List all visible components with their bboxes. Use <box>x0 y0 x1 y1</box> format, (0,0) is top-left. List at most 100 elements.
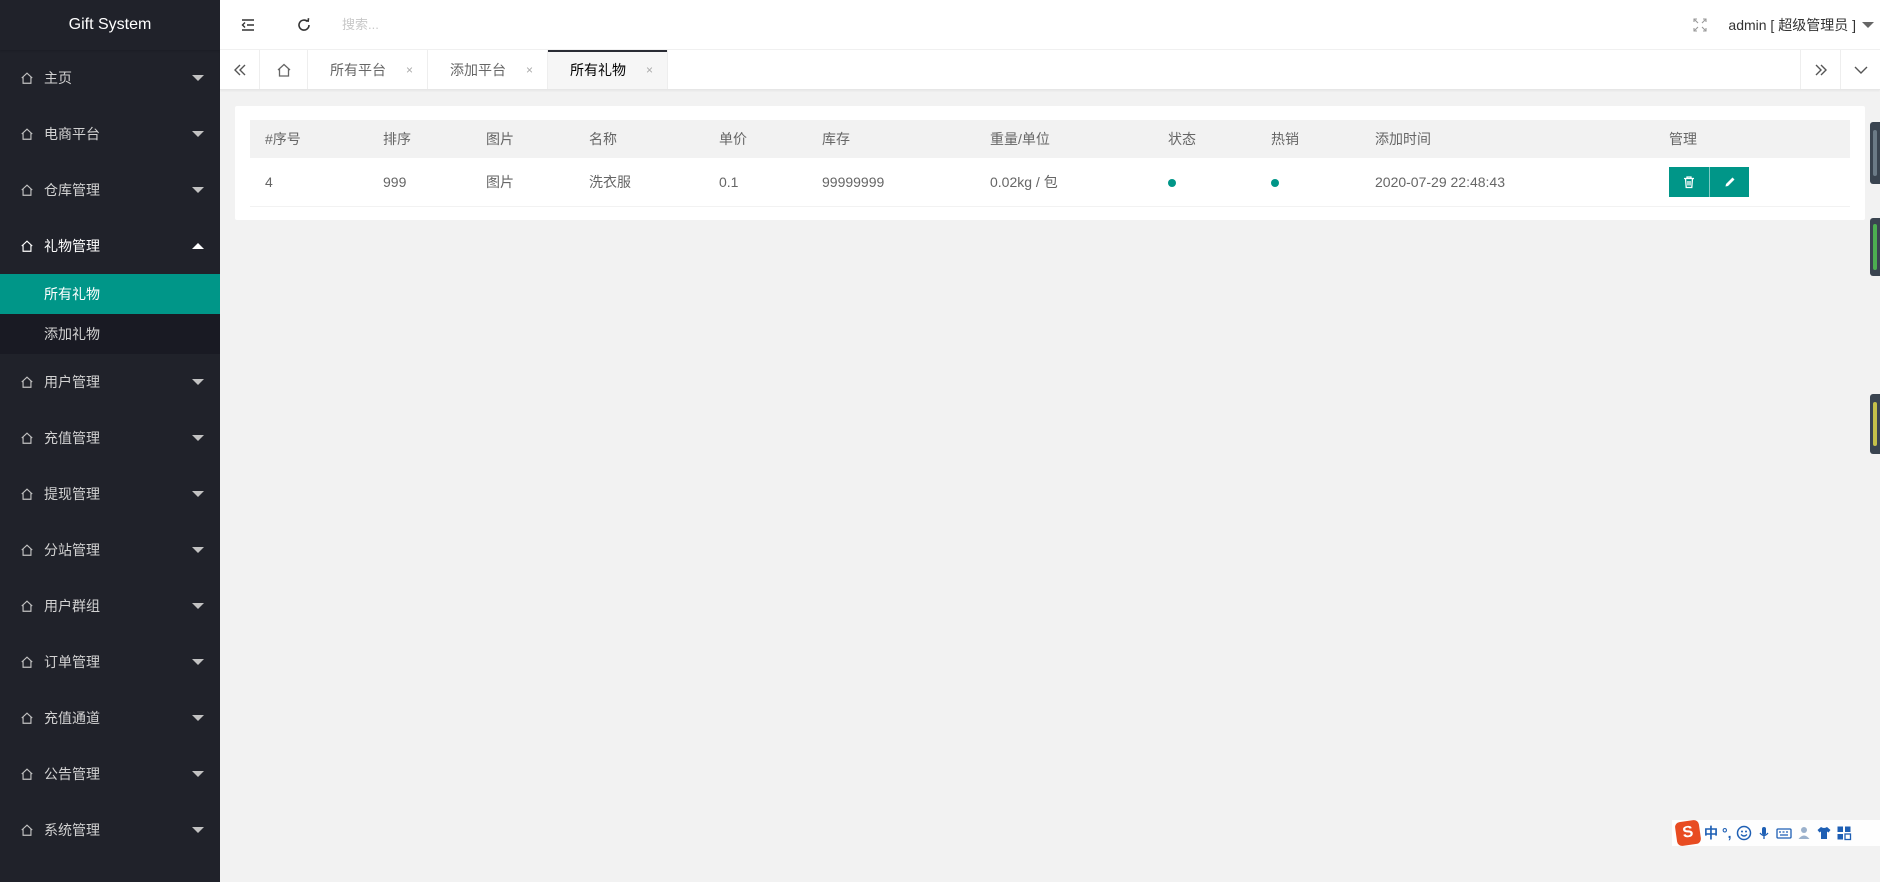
sidebar-item-orders[interactable]: 订单管理 <box>0 634 220 690</box>
keyboard-icon[interactable] <box>1775 825 1792 841</box>
sidebar-item-user-groups[interactable]: 用户群组 <box>0 578 220 634</box>
column-header: 状态 <box>1153 120 1256 158</box>
sidebar-item-users[interactable]: 用户管理 <box>0 354 220 410</box>
close-icon[interactable]: × <box>526 63 533 77</box>
home-icon <box>21 488 33 500</box>
sidebar-item-substations[interactable]: 分站管理 <box>0 522 220 578</box>
emoji-icon[interactable] <box>1736 825 1752 841</box>
sidebar-item-recharge-channels[interactable]: 充值通道 <box>0 690 220 746</box>
chevron-down-icon <box>192 603 204 609</box>
sidebar-item-gifts[interactable]: 礼物管理 <box>0 218 220 274</box>
sidebar-item-warehouse[interactable]: 仓库管理 <box>0 162 220 218</box>
chevron-down-icon <box>192 491 204 497</box>
cell-actions <box>1654 158 1850 207</box>
cell-sort: 999 <box>368 158 471 207</box>
page-tabs: 所有平台 × 添加平台 × 所有礼物 × <box>220 50 1880 90</box>
tabs-scroll-left-button[interactable] <box>220 50 260 89</box>
edge-widget[interactable] <box>1870 218 1880 276</box>
chevron-down-icon <box>192 131 204 137</box>
tab-label: 所有平台 <box>330 61 386 78</box>
microphone-icon[interactable] <box>1756 825 1772 841</box>
skin-shirt-icon[interactable] <box>1816 825 1832 841</box>
sidebar-toggle-button[interactable] <box>220 0 276 50</box>
chevron-down-icon <box>1854 66 1867 74</box>
ime-lang-toggle[interactable]: 中 <box>1704 823 1718 843</box>
column-header: 单价 <box>704 120 807 158</box>
close-icon[interactable]: × <box>646 63 653 77</box>
edge-widget-bar <box>1873 130 1877 176</box>
sidebar-item-label: 订单管理 <box>44 654 100 670</box>
toolbox-icon[interactable] <box>1836 825 1852 841</box>
chevron-down-icon <box>192 715 204 721</box>
sidebar-item-recharge[interactable]: 充值管理 <box>0 410 220 466</box>
chevron-down-icon <box>192 659 204 665</box>
hot-dot <box>1271 178 1279 187</box>
column-header: 热销 <box>1256 120 1360 158</box>
home-icon <box>277 63 290 77</box>
ime-toolbar[interactable]: S 中 °, <box>1672 819 1880 847</box>
tab-add-platform[interactable]: 添加平台 × <box>428 50 549 89</box>
edge-widget[interactable] <box>1870 394 1880 454</box>
row-action-buttons <box>1669 166 1850 197</box>
chevron-down-icon <box>192 379 204 385</box>
app-logo[interactable]: Gift System <box>0 0 220 50</box>
top-header: admin [ 超级管理员 ] <box>220 0 1880 50</box>
tab-all-gifts[interactable]: 所有礼物 × <box>548 50 669 89</box>
table-header-row: #序号 排序 图片 名称 单价 库存 重量/单位 状态 热销 添加时间 管理 <box>250 120 1850 158</box>
sidebar: Gift System 主页 电商平台 仓库管理 礼物管理 所有礼物 添加礼物 <box>0 0 220 882</box>
home-icon <box>21 544 33 556</box>
sidebar-item-label: 主页 <box>44 70 72 86</box>
cell-price: 0.1 <box>704 158 807 207</box>
column-header: 添加时间 <box>1360 120 1654 158</box>
column-header: #序号 <box>250 120 368 158</box>
user-icon[interactable] <box>1796 825 1812 841</box>
search-input[interactable] <box>342 9 662 40</box>
delete-button[interactable] <box>1669 166 1709 197</box>
tab-all-platforms[interactable]: 所有平台 × <box>308 50 429 89</box>
home-icon <box>21 768 33 780</box>
sidebar-item-label: 分站管理 <box>44 542 100 558</box>
tab-label: 所有礼物 <box>570 61 627 78</box>
pencil-icon <box>1725 177 1734 187</box>
sidebar-submenu-gifts: 所有礼物 添加礼物 <box>0 274 220 354</box>
refresh-icon <box>298 17 310 31</box>
cell-status <box>1153 158 1256 207</box>
menu-fold-icon <box>241 18 254 31</box>
chevron-down-icon <box>192 187 204 193</box>
edge-widget-bar <box>1873 224 1877 270</box>
user-menu[interactable]: admin [ 超级管理员 ] <box>1728 15 1880 35</box>
gift-list-card: #序号 排序 图片 名称 单价 库存 重量/单位 状态 热销 添加时间 管理 4… <box>235 106 1865 220</box>
cell-image: 图片 <box>471 158 574 207</box>
sidebar-subitem-add-gift[interactable]: 添加礼物 <box>0 314 220 354</box>
edge-widget-bar <box>1873 402 1877 446</box>
tab-label: 添加平台 <box>450 61 507 78</box>
edge-widget[interactable] <box>1870 122 1880 184</box>
tab-home[interactable] <box>260 50 308 89</box>
refresh-button[interactable] <box>276 0 332 50</box>
user-label: admin [ 超级管理员 ] <box>1728 16 1856 33</box>
chevron-up-icon <box>192 243 204 249</box>
sidebar-item-label: 充值管理 <box>44 430 100 446</box>
sogou-logo-icon[interactable]: S <box>1674 819 1702 847</box>
sidebar-subitem-all-gifts[interactable]: 所有礼物 <box>0 274 220 314</box>
tabs-scroll-right-button[interactable] <box>1800 50 1840 89</box>
chevron-down-icon <box>192 547 204 553</box>
home-icon <box>21 656 33 668</box>
gift-table: #序号 排序 图片 名称 单价 库存 重量/单位 状态 热销 添加时间 管理 4… <box>250 120 1850 207</box>
sidebar-item-home[interactable]: 主页 <box>0 50 220 106</box>
cell-id: 4 <box>250 158 368 207</box>
ime-punct-toggle[interactable]: °, <box>1722 825 1732 841</box>
sidebar-item-system[interactable]: 系统管理 <box>0 802 220 858</box>
double-chevron-left-icon <box>233 64 245 75</box>
sidebar-item-withdraw[interactable]: 提现管理 <box>0 466 220 522</box>
fullscreen-button[interactable] <box>1680 0 1720 50</box>
edit-button[interactable] <box>1709 166 1749 197</box>
column-header: 名称 <box>574 120 704 158</box>
chevron-down-icon <box>192 435 204 441</box>
column-header: 图片 <box>471 120 574 158</box>
tabs-options-button[interactable] <box>1840 50 1880 89</box>
close-icon[interactable]: × <box>406 63 413 77</box>
sidebar-item-announcements[interactable]: 公告管理 <box>0 746 220 802</box>
sidebar-item-ecommerce[interactable]: 电商平台 <box>0 106 220 162</box>
column-header: 库存 <box>807 120 975 158</box>
